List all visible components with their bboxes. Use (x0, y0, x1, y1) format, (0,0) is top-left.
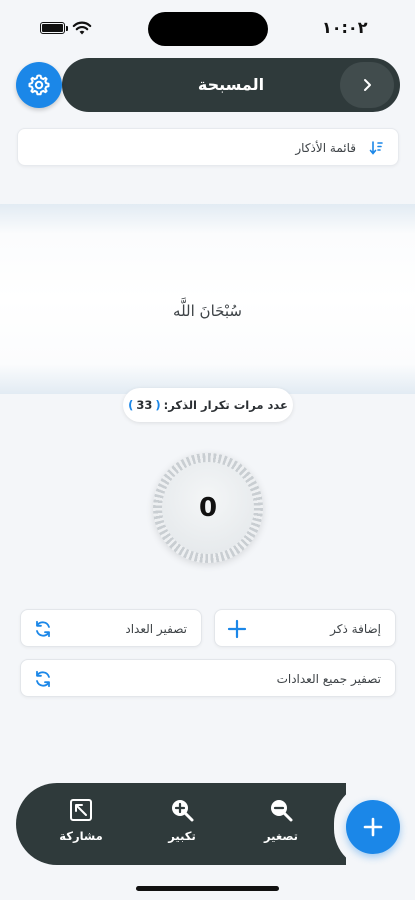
chevron-right-icon (364, 79, 371, 91)
share-button[interactable]: مشاركة (46, 797, 116, 853)
back-button[interactable] (340, 62, 394, 108)
status-time: ١٠:٠٢ (322, 18, 368, 37)
dhikr-text: سُبْحَانَ اللَّه (173, 302, 242, 320)
status-bar: ١٠:٠٢ (0, 0, 415, 56)
share-label: مشاركة (59, 829, 103, 843)
settings-button[interactable] (16, 62, 62, 108)
refresh-icon (36, 620, 50, 638)
camera-notch (148, 12, 268, 46)
reset-counter-label: تصفير العداد (125, 622, 187, 636)
bottom-toolbar: تصغير تكبير مشاركة (16, 783, 348, 865)
dhikr-list-label: قائمة الأذكار (295, 141, 356, 155)
repeat-count-label: عدد مرات تكرار الذكر: (163, 398, 288, 412)
zoom-in-button[interactable]: تكبير (147, 797, 217, 853)
home-indicator (136, 886, 279, 891)
repeat-count-value: 33 (136, 398, 153, 412)
dhikr-card: سُبْحَانَ اللَّه (0, 204, 415, 394)
reset-counter-button[interactable]: تصفير العداد (20, 609, 202, 647)
reset-all-counters-label: تصفير جميع العدادات (276, 672, 381, 686)
tasbih-counter-button[interactable]: 0 (153, 453, 263, 563)
counter-value: 0 (162, 462, 254, 554)
repeat-count-badge: عدد مرات تكرار الذكر: ( 33 ) (123, 388, 293, 422)
refresh-icon (36, 670, 50, 688)
dhikr-list-button[interactable]: قائمة الأذكار (17, 128, 399, 166)
gear-icon (28, 74, 50, 96)
wifi-icon (72, 21, 92, 35)
repeat-open-paren: ( (155, 398, 161, 412)
zoom-out-label: تصغير (264, 829, 298, 843)
add-fab-button[interactable] (346, 800, 400, 854)
sort-icon (369, 141, 383, 155)
plus-icon (363, 817, 383, 837)
share-icon (70, 799, 92, 821)
battery-icon (40, 22, 68, 34)
zoom-in-label: تكبير (168, 829, 196, 843)
add-dhikr-button[interactable]: إضافة ذكر (214, 609, 396, 647)
zoom-in-icon (172, 800, 194, 822)
plus-icon (227, 619, 247, 639)
zoom-out-button[interactable]: تصغير (246, 797, 316, 853)
reset-all-counters-button[interactable]: تصفير جميع العدادات (20, 659, 396, 697)
header-bar: المسبحة (62, 58, 400, 112)
repeat-close-paren: ) (128, 398, 134, 412)
zoom-out-icon (271, 800, 293, 822)
add-dhikr-label: إضافة ذكر (330, 622, 381, 636)
